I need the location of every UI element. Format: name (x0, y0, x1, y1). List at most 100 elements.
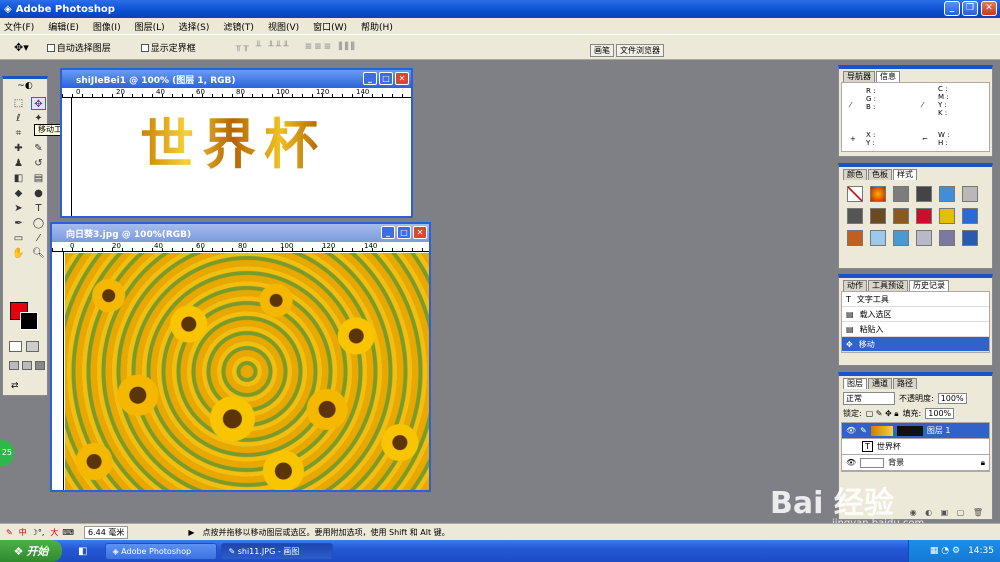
distribute-icons[interactable]: ≡≡≡ ⫼⫼⫼ (305, 42, 357, 52)
green-badge[interactable]: 25 (0, 440, 14, 466)
auto-select-option[interactable]: 自动选择图层 (46, 41, 111, 54)
doc-minimize-button[interactable]: _ (363, 72, 377, 85)
standard-mode-icon[interactable] (9, 341, 22, 352)
tab-paths[interactable]: 路径 (893, 378, 917, 389)
keyboard-icon[interactable]: ⌨ (62, 528, 74, 537)
doc-close-button[interactable]: ✕ (413, 226, 427, 239)
doc-maximize-button[interactable]: □ (379, 72, 393, 85)
tab-swatches[interactable]: 色板 (868, 169, 892, 180)
eyedropper-icon[interactable]: ⁄ (31, 232, 46, 245)
dodge-tool-icon[interactable]: ● (31, 187, 46, 200)
style-swatch[interactable] (939, 186, 955, 202)
tab-channels[interactable]: 通道 (868, 378, 892, 389)
tab-info[interactable]: 信息 (876, 71, 900, 82)
menu-window[interactable]: 窗口(W) (313, 20, 347, 33)
align-icons[interactable]: ╥╥ ╨ ╨╨╨ (236, 42, 291, 52)
style-swatch[interactable] (870, 208, 886, 224)
restore-button[interactable]: ❐ (962, 1, 978, 16)
style-swatch[interactable] (916, 230, 932, 246)
taskbar-item-photoshop[interactable]: ◈ Adobe Photoshop (105, 542, 218, 560)
doc-minimize-button[interactable]: _ (381, 226, 395, 239)
start-button[interactable]: ❖ 开始 (0, 540, 62, 562)
zoom-tool-icon[interactable]: 🔍︎ (31, 247, 46, 260)
tab-file-browser[interactable]: 文件浏览器 (616, 44, 664, 57)
crop-tool-icon[interactable]: ⌗ (11, 127, 26, 140)
type-tool-icon[interactable]: T (31, 202, 46, 215)
fill-input[interactable]: 100% (925, 408, 955, 419)
blend-mode-select[interactable]: 正常 (843, 392, 895, 405)
eye-icon[interactable]: 👁︎ (846, 458, 856, 467)
move-tool-icon[interactable]: ✥ (31, 97, 46, 110)
layer-actions[interactable]: ◉ ◐ ▣ ▢ 🗑︎ (910, 508, 986, 517)
style-swatch[interactable] (847, 208, 863, 224)
style-swatch[interactable] (916, 208, 932, 224)
pen-tool-icon[interactable]: ✒ (11, 217, 26, 230)
style-swatch[interactable] (870, 230, 886, 246)
shape-tool-icon[interactable]: ◯ (31, 217, 46, 230)
menu-filter[interactable]: 滤镜(T) (223, 20, 254, 33)
marquee-tool-icon[interactable]: ⬚ (11, 97, 26, 110)
style-swatch[interactable] (962, 230, 978, 246)
tab-styles[interactable]: 样式 (893, 169, 917, 180)
layer-row[interactable]: 👁︎ 背景 🔒︎ (842, 455, 989, 471)
background-color-swatch[interactable] (20, 312, 38, 330)
move-tool-preset-icon[interactable]: ✥▾ (14, 41, 29, 54)
style-swatch[interactable] (962, 186, 978, 202)
tab-navigator[interactable]: 导航器 (843, 71, 875, 82)
doc-maximize-button[interactable]: □ (397, 226, 411, 239)
style-swatch[interactable] (847, 186, 863, 202)
style-swatch[interactable] (916, 186, 932, 202)
menu-edit[interactable]: 编辑(E) (48, 20, 79, 33)
tab-color[interactable]: 颜色 (843, 169, 867, 180)
hand-tool-icon[interactable]: ✋ (11, 247, 26, 260)
ime-mode[interactable]: 中 (19, 527, 27, 538)
gradient-tool-icon[interactable]: ▤ (31, 172, 46, 185)
layer-row[interactable]: 👁︎ ✎ 图层 1 (842, 423, 989, 439)
healing-brush-icon[interactable]: ✚ (11, 142, 26, 155)
document-title-bar[interactable]: shiJIeBei1 @ 100% (图层 1, RGB) _ □ ✕ (62, 70, 411, 88)
eraser-tool-icon[interactable]: ◧ (11, 172, 26, 185)
blur-tool-icon[interactable]: ◆ (11, 187, 26, 200)
close-button[interactable]: ✕ (981, 1, 997, 16)
style-swatch[interactable] (893, 208, 909, 224)
menu-help[interactable]: 帮助(H) (361, 20, 393, 33)
style-swatch[interactable] (939, 230, 955, 246)
eye-icon[interactable]: 👁︎ (846, 426, 856, 435)
quickmask-mode-icon[interactable] (26, 341, 39, 352)
auto-select-checkbox[interactable] (46, 44, 55, 52)
brush-tool-icon[interactable]: ✎ (31, 142, 46, 155)
history-item[interactable]: ▤ 粘贴入 (842, 322, 989, 337)
ime-icon[interactable]: ✎ (6, 528, 13, 537)
style-swatch[interactable] (962, 208, 978, 224)
menu-select[interactable]: 选择(S) (179, 20, 210, 33)
show-bounds-option[interactable]: 显示定界框 (140, 41, 196, 54)
layer-row[interactable]: T 世界杯 (842, 439, 989, 455)
menu-layer[interactable]: 图层(L) (135, 20, 165, 33)
history-item[interactable]: ▤ 载入选区 (842, 307, 989, 322)
path-select-icon[interactable]: ➤ (11, 202, 26, 215)
tab-tool-presets[interactable]: 工具预设 (868, 280, 908, 291)
screen-mode-full-icon[interactable] (35, 361, 45, 370)
tray-icons[interactable]: ▦ ◔ ⚙ (930, 546, 960, 556)
menu-file[interactable]: 文件(F) (4, 20, 34, 33)
lock-icons[interactable]: ▢ ✎ ✥ 🔒︎ (866, 409, 899, 419)
show-bounds-checkbox[interactable] (140, 44, 149, 52)
doc-close-button[interactable]: ✕ (395, 72, 409, 85)
history-item[interactable]: T 文字工具 (842, 292, 989, 307)
menu-view[interactable]: 视图(V) (268, 20, 299, 33)
jump-to-imageready-icon[interactable]: ⇄ (11, 381, 41, 393)
history-brush-icon[interactable]: ↺ (31, 157, 46, 170)
stamp-tool-icon[interactable]: ♟ (11, 157, 26, 170)
screen-mode-standard-icon[interactable] (9, 361, 19, 370)
minimize-button[interactable]: _ (944, 1, 960, 16)
tab-layers[interactable]: 图层 (843, 378, 867, 389)
history-item[interactable]: ✥ 移动 (842, 337, 989, 352)
ime-fullwidth[interactable]: 大 (50, 527, 58, 538)
lasso-tool-icon[interactable]: ℓ (11, 112, 26, 125)
taskbar-item-paint[interactable]: ✎ shi11.JPG - 画图 (221, 542, 334, 560)
ime-moon-icon[interactable]: ☽°, (31, 528, 45, 537)
style-swatch[interactable] (870, 186, 886, 202)
tab-history[interactable]: 历史记录 (909, 280, 949, 291)
quicklaunch-icon[interactable]: ◧ (78, 546, 87, 557)
opacity-input[interactable]: 100% (937, 393, 967, 404)
